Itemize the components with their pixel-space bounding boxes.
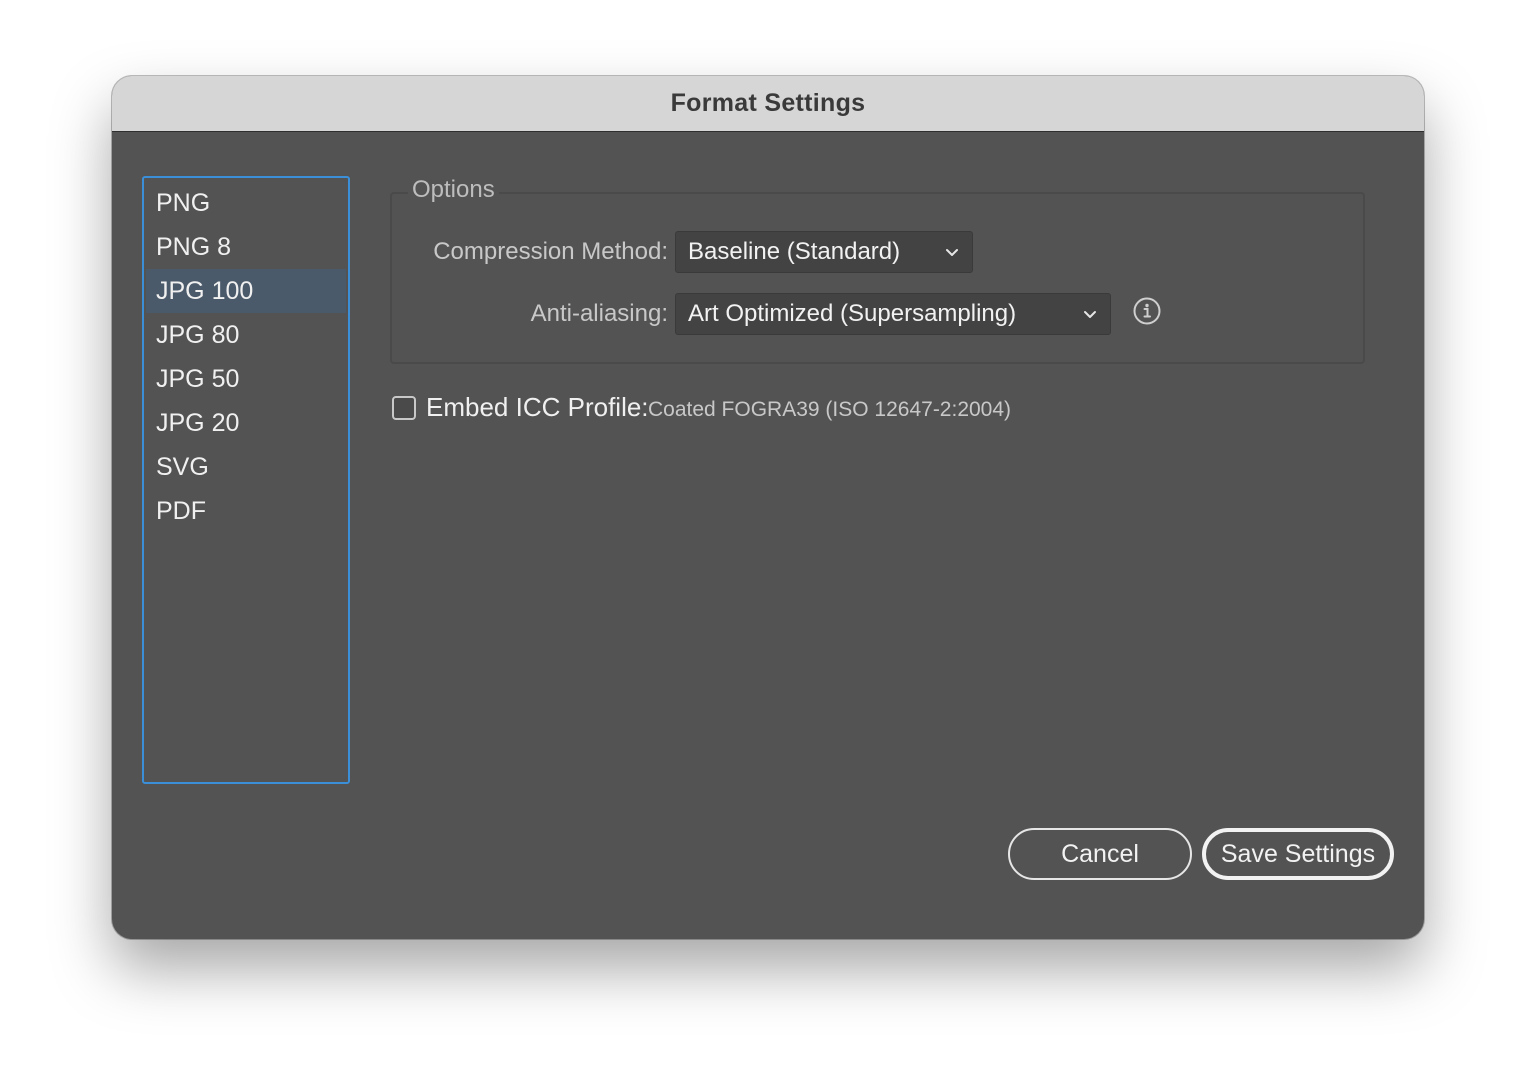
chevron-down-icon [946, 249, 958, 256]
format-item-jpg-50[interactable]: JPG 50 [146, 357, 346, 401]
compression-method-value: Baseline (Standard) [688, 238, 901, 265]
format-item-jpg-20[interactable]: JPG 20 [146, 401, 346, 445]
format-list[interactable]: PNG PNG 8 JPG 100 JPG 80 JPG 50 JPG 20 S… [142, 176, 350, 784]
compression-method-label: Compression Method: [433, 238, 668, 265]
info-icon[interactable] [1132, 296, 1162, 326]
format-item-png-8[interactable]: PNG 8 [146, 225, 346, 269]
title-bar: Format Settings [112, 76, 1424, 132]
dialog-title: Format Settings [670, 89, 866, 117]
format-item-png[interactable]: PNG [146, 181, 346, 225]
embed-icc-label[interactable]: Embed ICC Profile: [426, 392, 649, 423]
cancel-button[interactable]: Cancel [1008, 828, 1192, 880]
anti-aliasing-label: Anti-aliasing: [530, 300, 668, 327]
embed-icc-checkbox[interactable] [392, 396, 416, 420]
options-group [390, 192, 1365, 364]
format-item-jpg-100[interactable]: JPG 100 [146, 269, 346, 313]
format-settings-dialog: Format Settings PNG PNG 8 JPG 100 JPG 80… [112, 76, 1424, 939]
compression-method-select[interactable]: Baseline (Standard) [675, 231, 973, 273]
chevron-down-icon [1084, 311, 1096, 318]
format-item-pdf[interactable]: PDF [146, 489, 346, 533]
format-item-svg[interactable]: SVG [146, 445, 346, 489]
save-settings-button[interactable]: Save Settings [1202, 828, 1394, 880]
icc-profile-name: Coated FOGRA39 (ISO 12647-2:2004) [648, 398, 1012, 421]
format-item-jpg-80[interactable]: JPG 80 [146, 313, 346, 357]
options-legend: Options [408, 176, 499, 204]
anti-aliasing-value: Art Optimized (Supersampling) [688, 300, 1017, 327]
anti-aliasing-select[interactable]: Art Optimized (Supersampling) [675, 293, 1111, 335]
